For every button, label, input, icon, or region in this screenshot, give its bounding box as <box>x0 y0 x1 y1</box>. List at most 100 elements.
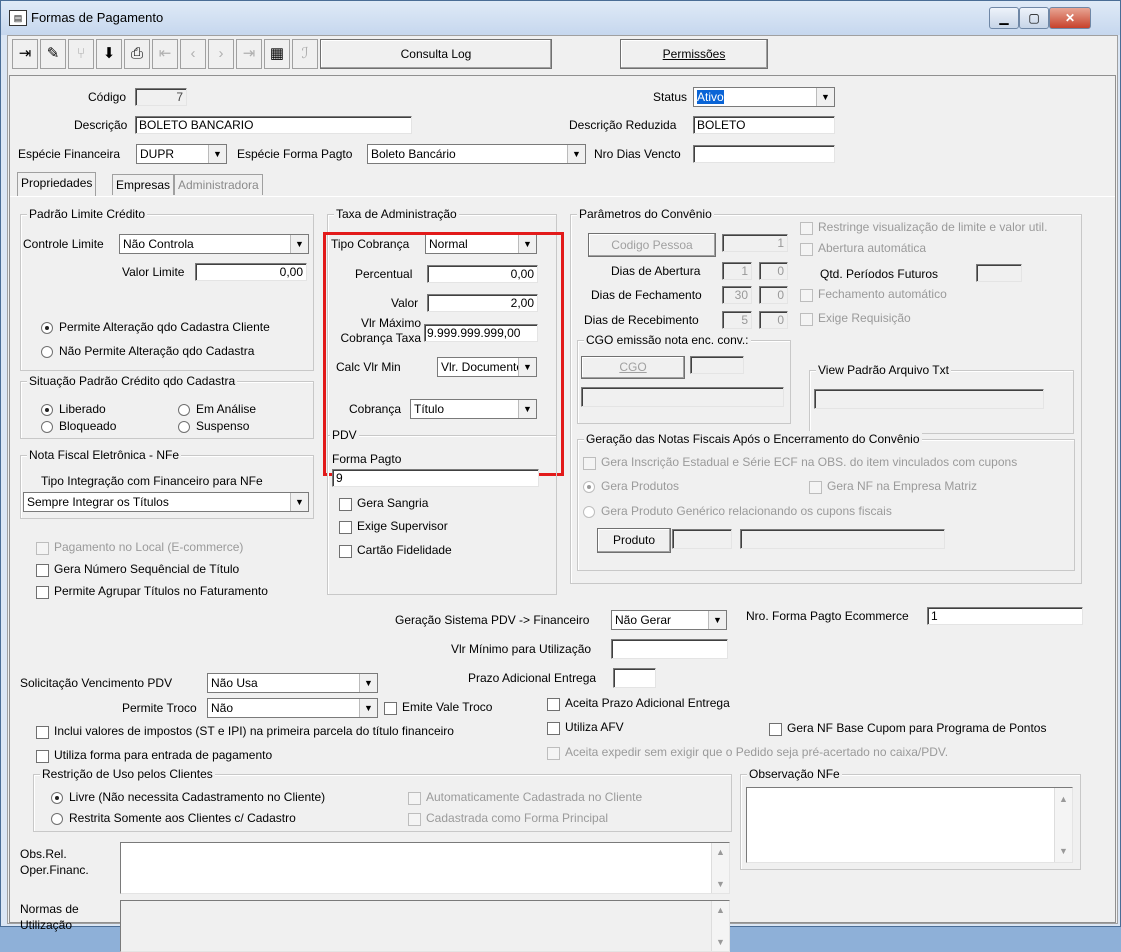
pagamento-local-checkbox[interactable] <box>36 542 49 555</box>
maximize-button[interactable]: ▢ <box>1019 7 1049 29</box>
cgo-description-field[interactable] <box>581 387 784 407</box>
scroll-down-icon[interactable]: ▼ <box>712 937 729 947</box>
tab-propriedades[interactable]: Propriedades <box>17 172 97 196</box>
vlr-minimo-field[interactable] <box>611 639 728 659</box>
obs-rel-textarea[interactable]: ▲ ▼ <box>120 842 730 894</box>
scroll-down-icon[interactable]: ▼ <box>712 879 729 889</box>
descricao-field[interactable]: BOLETO BANCARIO <box>135 116 412 134</box>
chevron-down-icon[interactable]: ▼ <box>567 145 585 163</box>
emite-vale-checkbox[interactable] <box>384 702 397 715</box>
forma-pagto-field[interactable]: 9 <box>332 469 539 487</box>
chevron-down-icon[interactable]: ▼ <box>708 611 726 629</box>
tipo-integracao-select[interactable]: Sempre Integrar os Títulos ▼ <box>23 492 309 512</box>
restrita-radio[interactable] <box>51 813 63 825</box>
qtd-periodos-field[interactable] <box>976 264 1022 282</box>
dias-fechamento-a[interactable]: 30 <box>722 286 752 304</box>
prazo-adicional-field[interactable] <box>613 668 656 688</box>
produto-button[interactable]: Produto <box>597 528 671 553</box>
codigo-field[interactable]: 7 <box>135 88 187 106</box>
em-analise-radio[interactable] <box>178 404 190 416</box>
permite-agrupar-checkbox[interactable] <box>36 586 49 599</box>
tab-empresas[interactable]: Empresas <box>112 174 175 195</box>
first-icon[interactable]: ⇤ <box>152 39 178 69</box>
produto-description-field[interactable] <box>740 529 945 549</box>
restringe-checkbox[interactable] <box>800 222 813 235</box>
nao-permite-radio[interactable] <box>41 346 53 358</box>
liberado-radio[interactable] <box>41 404 53 416</box>
utiliza-forma-checkbox[interactable] <box>36 750 49 763</box>
text-icon[interactable]: ℐ <box>292 39 318 69</box>
scrollbar[interactable]: ▲ ▼ <box>711 843 729 893</box>
abertura-auto-checkbox[interactable] <box>800 243 813 256</box>
minimize-button[interactable]: ▁ <box>989 7 1019 29</box>
cartao-fidelidade-checkbox[interactable] <box>339 545 352 558</box>
gera-inscricao-checkbox[interactable] <box>583 457 596 470</box>
chevron-down-icon[interactable]: ▼ <box>816 88 834 106</box>
dias-fechamento-b[interactable]: 0 <box>759 286 788 304</box>
gera-numero-checkbox[interactable] <box>36 564 49 577</box>
close-button[interactable]: ✕ <box>1049 7 1091 29</box>
status-select[interactable]: Ativo ▼ <box>693 87 835 107</box>
permite-alteracao-radio[interactable] <box>41 322 53 334</box>
scroll-up-icon[interactable]: ▲ <box>712 905 729 915</box>
gera-generico-radio[interactable] <box>583 506 595 518</box>
next-icon[interactable]: › <box>208 39 234 69</box>
especie-financeira-select[interactable]: DUPR ▼ <box>136 144 227 164</box>
chevron-down-icon[interactable]: ▼ <box>359 674 377 692</box>
eraser-icon[interactable]: ✎ <box>40 39 66 69</box>
tab-administradora[interactable]: Administradora <box>174 174 263 195</box>
scroll-down-icon[interactable]: ▼ <box>1055 846 1072 856</box>
chevron-down-icon[interactable]: ▼ <box>359 699 377 717</box>
livre-radio[interactable] <box>51 792 63 804</box>
prev-icon[interactable]: ‹ <box>180 39 206 69</box>
exige-supervisor-checkbox[interactable] <box>339 521 352 534</box>
nro-ecommerce-field[interactable]: 1 <box>927 607 1083 625</box>
dias-recebimento-a[interactable]: 5 <box>722 311 752 329</box>
scroll-up-icon[interactable]: ▲ <box>1055 794 1072 804</box>
codigo-pessoa-field[interactable]: 1 <box>722 234 788 252</box>
gera-sangria-checkbox[interactable] <box>339 498 352 511</box>
aceita-prazo-checkbox[interactable] <box>547 698 560 711</box>
normas-textarea[interactable]: ▲ ▼ <box>120 900 730 952</box>
scrollbar[interactable]: ▲ ▼ <box>711 901 729 951</box>
desc-reduzida-field[interactable]: BOLETO <box>693 116 835 134</box>
cadastrada-principal-checkbox[interactable] <box>408 813 421 826</box>
aceita-expedir-checkbox[interactable] <box>547 747 560 760</box>
scrollbar[interactable]: ▲ ▼ <box>1054 788 1072 862</box>
fechamento-auto-checkbox[interactable] <box>800 289 813 302</box>
view-padrao-field[interactable] <box>814 389 1044 409</box>
gera-produtos-radio[interactable] <box>583 481 595 493</box>
save-icon[interactable]: ⬇ <box>96 39 122 69</box>
exit-icon[interactable]: ⇥ <box>12 39 38 69</box>
scroll-up-icon[interactable]: ▲ <box>712 847 729 857</box>
exige-requisicao-checkbox[interactable] <box>800 313 813 326</box>
valor-limite-field[interactable]: 0,00 <box>195 263 307 281</box>
gera-nf-matriz-checkbox[interactable] <box>809 481 822 494</box>
nro-dias-field[interactable] <box>693 145 835 163</box>
grid-icon[interactable]: ▦ <box>264 39 290 69</box>
consulta-log-button[interactable]: Consulta Log <box>320 39 552 69</box>
cgo-button[interactable]: CGO <box>581 356 685 379</box>
chevron-down-icon[interactable]: ▼ <box>208 145 226 163</box>
bloqueado-radio[interactable] <box>41 421 53 433</box>
inclui-impostos-checkbox[interactable] <box>36 726 49 739</box>
utiliza-afv-checkbox[interactable] <box>547 722 560 735</box>
solicitacao-select[interactable]: Não Usa ▼ <box>207 673 378 693</box>
cgo-code-field[interactable] <box>690 356 744 374</box>
geracao-pdv-select[interactable]: Não Gerar ▼ <box>611 610 727 630</box>
print-icon[interactable]: ⎙ <box>124 39 150 69</box>
obs-nfe-textarea[interactable]: ▲ ▼ <box>746 787 1073 863</box>
chevron-down-icon[interactable]: ▼ <box>290 235 308 253</box>
auto-cadastrada-checkbox[interactable] <box>408 792 421 805</box>
dias-recebimento-b[interactable]: 0 <box>759 311 788 329</box>
especie-forma-select[interactable]: Boleto Bancário ▼ <box>367 144 586 164</box>
controle-limite-select[interactable]: Não Controla ▼ <box>119 234 309 254</box>
dias-abertura-a[interactable]: 1 <box>722 262 752 280</box>
suspenso-radio[interactable] <box>178 421 190 433</box>
produto-code-field[interactable] <box>672 529 732 549</box>
dias-abertura-b[interactable]: 0 <box>759 262 788 280</box>
permite-troco-select[interactable]: Não ▼ <box>207 698 378 718</box>
chevron-down-icon[interactable]: ▼ <box>290 493 308 511</box>
tree-icon[interactable]: ⑂ <box>68 39 94 69</box>
gera-nf-base-checkbox[interactable] <box>769 723 782 736</box>
